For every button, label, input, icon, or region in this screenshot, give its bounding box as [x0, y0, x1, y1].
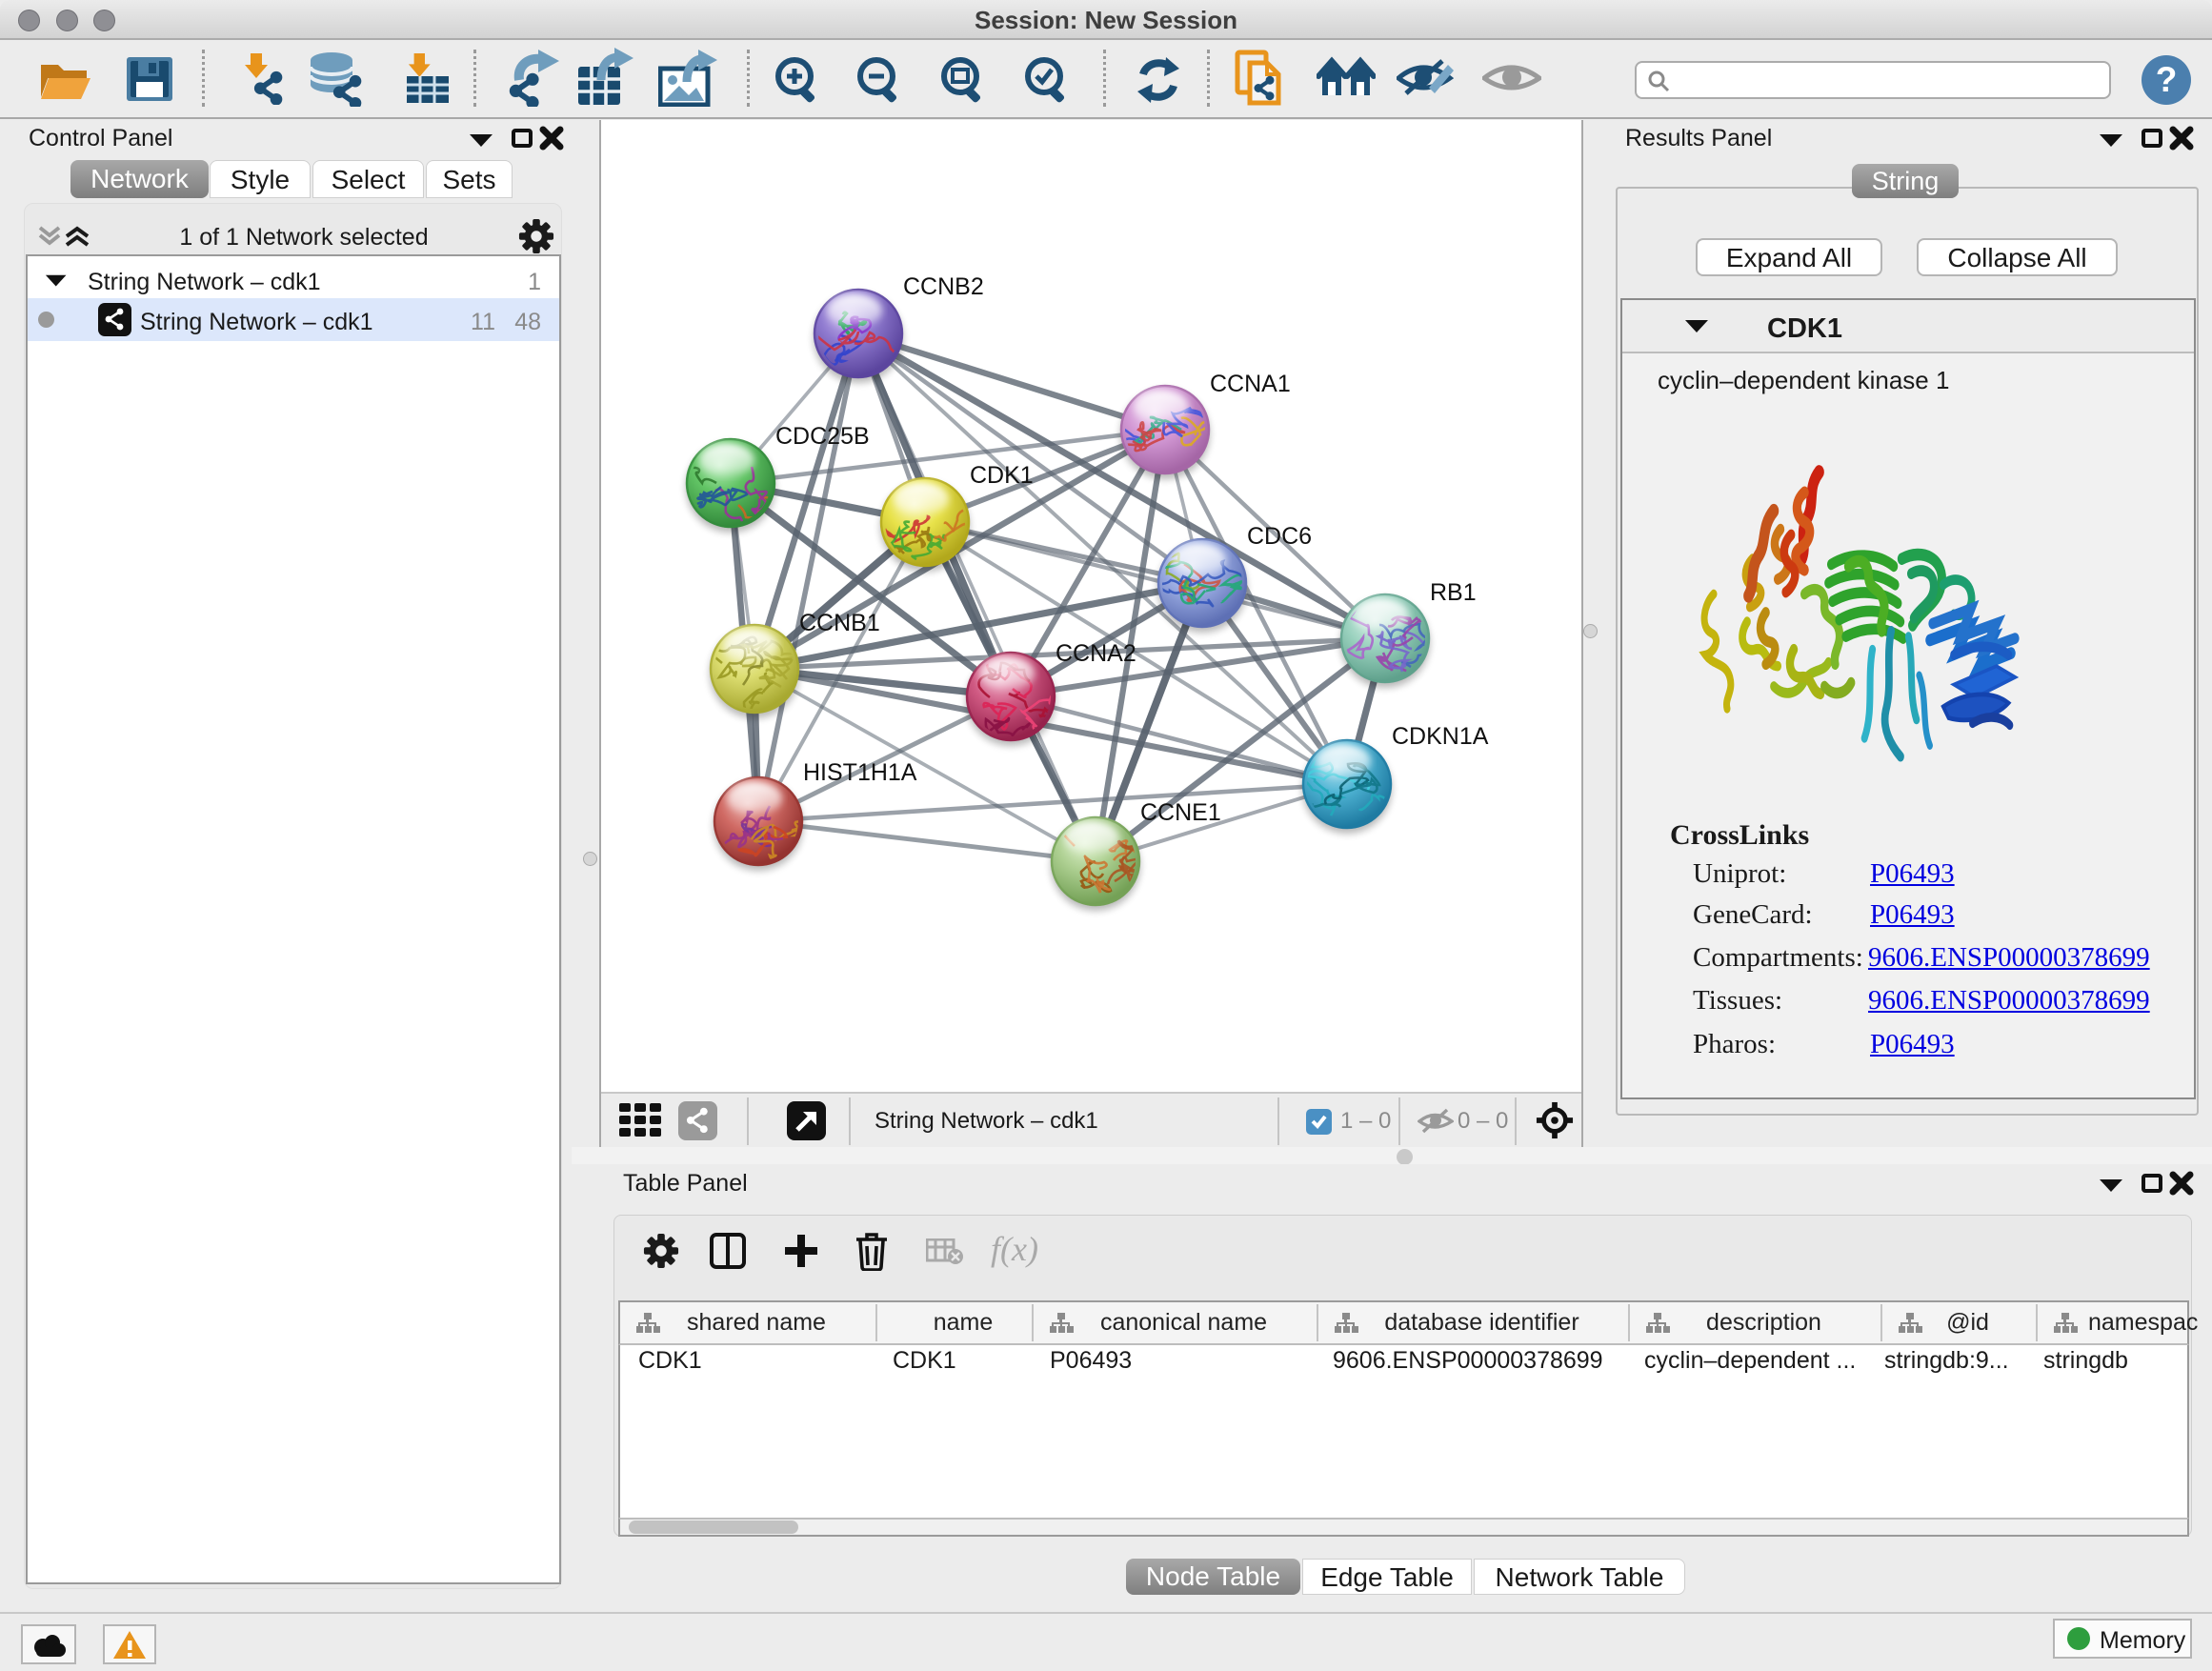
svg-text:CCNB2: CCNB2 [903, 273, 984, 300]
svg-text:CDC25B: CDC25B [775, 423, 870, 450]
svg-text:RB1: RB1 [1430, 579, 1477, 606]
svg-text:CCNA1: CCNA1 [1210, 371, 1291, 397]
svg-text:CCNB1: CCNB1 [799, 610, 880, 636]
svg-text:CDK1: CDK1 [970, 462, 1034, 489]
svg-text:CCNE1: CCNE1 [1140, 799, 1221, 826]
svg-text:CCNA2: CCNA2 [1056, 640, 1136, 667]
svg-text:CDC6: CDC6 [1247, 523, 1312, 550]
svg-text:CDKN1A: CDKN1A [1392, 723, 1489, 750]
svg-text:HIST1H1A: HIST1H1A [803, 759, 917, 786]
